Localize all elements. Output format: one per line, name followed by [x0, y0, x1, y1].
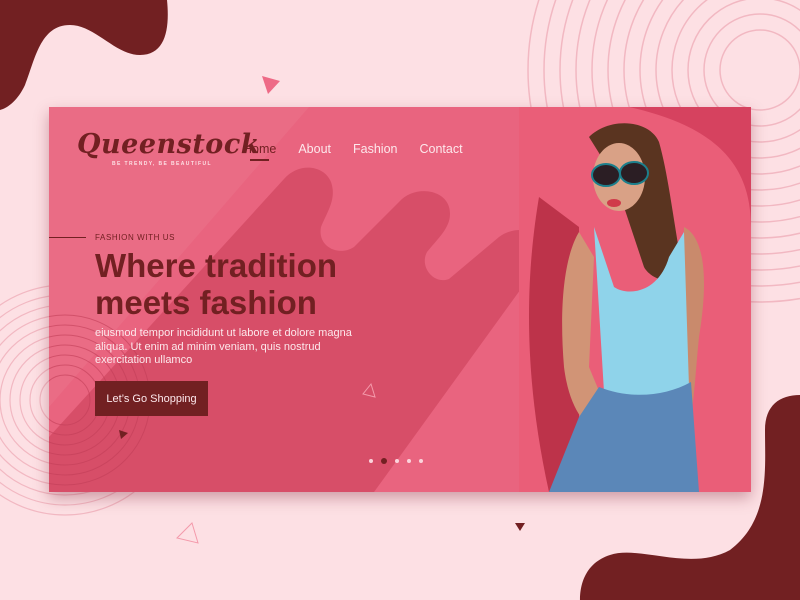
brand-name: Queenstock: [77, 129, 260, 160]
nav-item-home[interactable]: Home: [243, 142, 276, 161]
nav-item-contact[interactable]: Contact: [420, 142, 463, 156]
slider-dot-active[interactable]: [381, 458, 387, 464]
brand-logo[interactable]: Queenstock BE TRENDY, BE BEAUTIFUL: [77, 129, 260, 167]
triangle-outline-deco: [176, 522, 199, 544]
hero-eyebrow: FASHION WITH US: [95, 233, 176, 242]
headline-line-2: meets fashion: [95, 284, 317, 321]
shop-button[interactable]: Let’s Go Shopping: [95, 381, 208, 416]
headline-line-1: Where tradition: [95, 247, 338, 284]
hero-card: Queenstock BE TRENDY, BE BEAUTIFUL Home …: [49, 107, 751, 492]
triangle-deco: [262, 76, 280, 94]
eyebrow-divider: [49, 237, 86, 238]
hero-body: eiusmod tempor incididunt ut labore et d…: [95, 327, 352, 366]
slider-dots: [369, 458, 423, 464]
triangle-deco-dark: [515, 523, 525, 531]
nav-item-fashion[interactable]: Fashion: [353, 142, 397, 156]
slider-dot[interactable]: [419, 459, 423, 463]
slider-dot[interactable]: [369, 459, 373, 463]
sunglasses: [591, 163, 621, 187]
brand-tagline: BE TRENDY, BE BEAUTIFUL: [112, 161, 212, 167]
nav-item-about[interactable]: About: [298, 142, 331, 156]
main-nav: Home About Fashion Contact: [243, 142, 485, 161]
slider-dot[interactable]: [407, 459, 411, 463]
hero-headline: Where tradition meets fashion: [95, 247, 425, 321]
slider-dot[interactable]: [395, 459, 399, 463]
blob-top-left: [0, 0, 168, 110]
model-photo: [519, 107, 751, 492]
